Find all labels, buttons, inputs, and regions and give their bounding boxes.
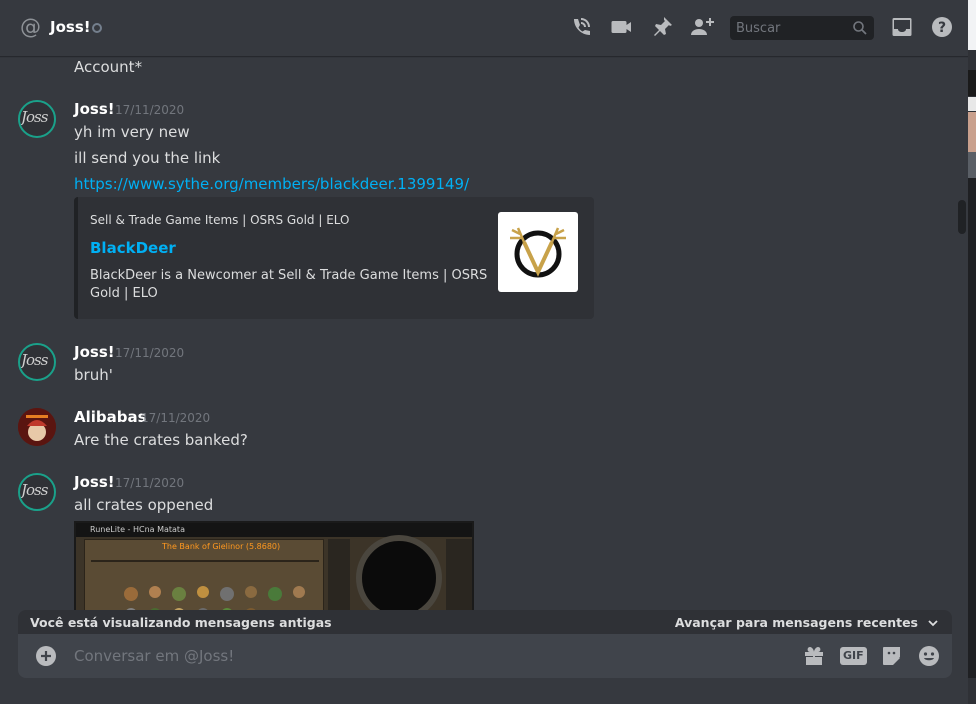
message-text: ill send you the link <box>74 149 221 167</box>
inbox-icon[interactable] <box>890 15 914 39</box>
message-text: bruh' <box>74 366 113 384</box>
message-author[interactable]: Alibabas <box>74 408 147 426</box>
bank-title: The Bank of Gielinor (5.8680) <box>162 542 281 551</box>
message-link[interactable]: https://www.sythe.org/members/blackdeer.… <box>74 175 469 193</box>
background-window-edge <box>968 0 976 704</box>
orb-column <box>328 539 350 610</box>
search-bar[interactable]: Buscar <box>730 16 874 40</box>
avatar[interactable]: Joss <box>18 473 56 511</box>
gift-icon[interactable] <box>802 644 826 668</box>
message-list[interactable]: Account* Joss Joss! 17/11/2020 yh im ver… <box>0 56 956 610</box>
message-timestamp: 17/11/2020 <box>141 411 211 425</box>
add-attachment-icon[interactable] <box>36 646 56 666</box>
avatar[interactable]: Joss <box>18 100 56 138</box>
message-author[interactable]: Joss! <box>74 343 115 361</box>
message-text: yh im very new <box>74 123 190 141</box>
runelite-titlebar: RuneLite - HCna Matata <box>76 523 472 537</box>
offline-status-icon <box>92 23 102 33</box>
sticker-icon[interactable] <box>880 644 904 668</box>
pinned-messages-icon[interactable] <box>650 15 674 39</box>
emoji-icon[interactable] <box>917 644 941 668</box>
sidebar-rail <box>446 539 472 610</box>
dm-recipient-name[interactable]: Joss! <box>50 18 91 36</box>
link-embed: Sell & Trade Game Items | OSRS Gold | EL… <box>74 197 594 319</box>
message-scrollbar[interactable] <box>958 200 966 234</box>
embed-description: BlackDeer is a Newcomer at Sell & Trade … <box>90 268 488 301</box>
message-timestamp: 17/11/2020 <box>115 476 185 490</box>
dm-window: @ Joss! Buscar ? Account* Joss Joss! 17/… <box>0 0 976 704</box>
start-voice-call-icon[interactable] <box>570 15 594 39</box>
chevron-down-icon[interactable] <box>926 615 940 629</box>
message-text: Are the crates banked? <box>74 431 248 449</box>
image-attachment[interactable]: RuneLite - HCna Matata The Bank of Gieli… <box>74 521 474 610</box>
message-timestamp: 17/11/2020 <box>115 346 185 360</box>
old-messages-bar[interactable]: Você está visualizando mensagens antigas… <box>18 610 952 634</box>
message-input[interactable] <box>74 644 674 668</box>
embed-title-link[interactable]: BlackDeer <box>90 239 176 257</box>
avatar[interactable] <box>18 408 56 446</box>
help-icon[interactable]: ? <box>930 15 954 39</box>
search-icon <box>852 20 868 36</box>
jump-to-present-button[interactable]: Avançar para mensagens recentes <box>675 615 918 630</box>
embed-provider: Sell & Trade Game Items | OSRS Gold | EL… <box>90 213 350 227</box>
embed-thumbnail[interactable] <box>498 212 578 292</box>
viewing-old-messages-text: Você está visualizando mensagens antigas <box>30 615 332 630</box>
avatar[interactable]: Joss <box>18 343 56 381</box>
message-text: all crates oppened <box>74 496 214 514</box>
start-video-call-icon[interactable] <box>610 15 634 39</box>
runelite-window-title: RuneLite - HCna Matata <box>90 525 185 534</box>
channel-header: @ Joss! Buscar ? <box>0 0 968 56</box>
at-sign-icon: @ <box>20 15 41 39</box>
add-friends-to-dm-icon[interactable] <box>690 15 714 39</box>
message-author[interactable]: Joss! <box>74 473 115 491</box>
search-placeholder: Buscar <box>736 21 781 36</box>
minimap <box>356 535 442 610</box>
gif-button[interactable]: GIF <box>840 647 867 665</box>
message-author[interactable]: Joss! <box>74 100 115 118</box>
svg-text:?: ? <box>938 20 946 36</box>
message-composer: GIF <box>18 634 952 678</box>
message-text: Account* <box>74 58 143 76</box>
message-timestamp: 17/11/2020 <box>115 103 185 117</box>
